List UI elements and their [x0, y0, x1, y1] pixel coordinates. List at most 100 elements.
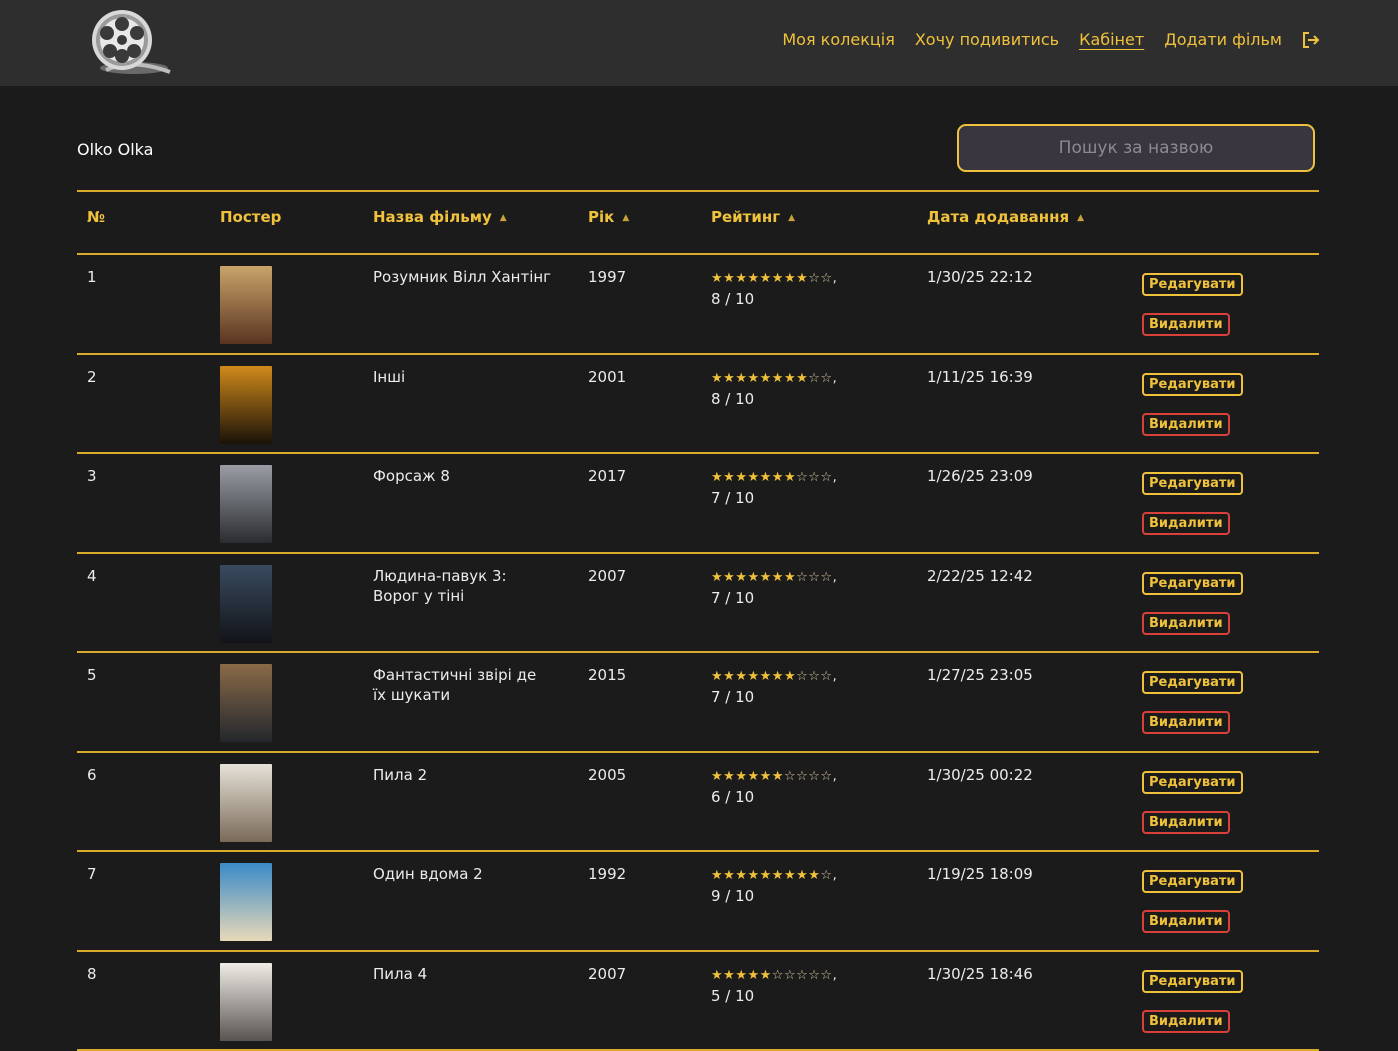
poster-cell — [220, 764, 272, 842]
delete-button[interactable]: Видалити — [1142, 612, 1230, 635]
search-input[interactable] — [957, 124, 1315, 172]
film-title[interactable]: Пила 2 — [373, 765, 553, 785]
star-filled-icon: ★ — [772, 868, 784, 883]
rating-text: 6 / 10 — [711, 787, 837, 807]
star-empty-icon: ☆ — [784, 769, 796, 784]
edit-button[interactable]: Редагувати — [1142, 472, 1243, 495]
header-year-label: Рік — [588, 208, 614, 226]
edit-button[interactable]: Редагувати — [1142, 671, 1243, 694]
rating-text: 5 / 10 — [711, 986, 837, 1006]
star-filled-icon: ★ — [784, 271, 796, 286]
star-filled-icon: ★ — [747, 570, 759, 585]
delete-button[interactable]: Видалити — [1142, 811, 1230, 834]
star-empty-icon: ☆ — [820, 769, 832, 784]
film-title[interactable]: Інші — [373, 367, 553, 387]
star-filled-icon: ★ — [772, 371, 784, 386]
star-filled-icon: ★ — [711, 371, 723, 386]
edit-button[interactable]: Редагувати — [1142, 771, 1243, 794]
star-filled-icon: ★ — [723, 570, 735, 585]
film-reel-logo-icon[interactable] — [86, 6, 172, 78]
logout-icon[interactable] — [1302, 31, 1320, 49]
film-title[interactable]: Пила 4 — [373, 964, 553, 984]
rating-stars: ★★★★★★★★★☆, — [711, 868, 837, 883]
star-filled-icon: ★ — [760, 968, 772, 983]
delete-button[interactable]: Видалити — [1142, 413, 1230, 436]
delete-button[interactable]: Видалити — [1142, 1010, 1230, 1033]
film-rating: ★★★★★★★☆☆☆, 7 / 10 — [711, 665, 837, 707]
nav-cabinet[interactable]: Кабінет — [1079, 30, 1144, 49]
header-rating-sort[interactable]: Рейтинг▲ — [711, 208, 795, 226]
row-actions: Редагувати Видалити — [1142, 970, 1243, 1033]
header-date-label: Дата додавання — [927, 208, 1069, 226]
header-title-sort[interactable]: Назва фільму▲ — [373, 208, 507, 226]
movie-poster-image[interactable] — [220, 664, 272, 742]
star-empty-icon: ☆ — [820, 868, 832, 883]
film-title[interactable]: Форсаж 8 — [373, 466, 553, 486]
film-year: 2015 — [588, 665, 626, 685]
film-year: 2017 — [588, 466, 626, 486]
star-filled-icon: ★ — [723, 968, 735, 983]
star-filled-icon: ★ — [747, 470, 759, 485]
row-actions: Редагувати Видалити — [1142, 572, 1243, 635]
header-title-label: Назва фільму — [373, 208, 492, 226]
user-name: Olko Olka — [77, 140, 153, 159]
movie-poster-image[interactable] — [220, 266, 272, 344]
film-title[interactable]: Один вдома 2 — [373, 864, 553, 884]
film-year: 2005 — [588, 765, 626, 785]
film-year: 2007 — [588, 566, 626, 586]
edit-button[interactable]: Редагувати — [1142, 572, 1243, 595]
rating-text: 9 / 10 — [711, 886, 837, 906]
film-rating: ★★★★★★★★☆☆, 8 / 10 — [711, 267, 837, 309]
edit-button[interactable]: Редагувати — [1142, 870, 1243, 893]
movie-poster-image[interactable] — [220, 764, 272, 842]
row-actions: Редагувати Видалити — [1142, 373, 1243, 436]
poster-cell — [220, 664, 272, 742]
delete-button[interactable]: Видалити — [1142, 512, 1230, 535]
film-title[interactable]: Фантастичні звірі де їх шукати — [373, 665, 553, 705]
row-number: 1 — [87, 267, 97, 287]
header-num: № — [87, 208, 105, 226]
edit-button[interactable]: Редагувати — [1142, 970, 1243, 993]
star-filled-icon: ★ — [772, 769, 784, 784]
header-date-sort[interactable]: Дата додавання▲ — [927, 208, 1084, 226]
film-rating: ★★★★★★★☆☆☆, 7 / 10 — [711, 566, 837, 608]
edit-button[interactable]: Редагувати — [1142, 273, 1243, 296]
star-filled-icon: ★ — [760, 371, 772, 386]
movie-poster-image[interactable] — [220, 565, 272, 643]
nav-watchlist[interactable]: Хочу подивитись — [915, 30, 1059, 49]
film-title[interactable]: Людина-павук 3: Ворог у тіні — [373, 566, 553, 606]
star-filled-icon: ★ — [772, 570, 784, 585]
delete-button[interactable]: Видалити — [1142, 711, 1230, 734]
star-filled-icon: ★ — [747, 371, 759, 386]
film-rating: ★★★★★★★★★☆, 9 / 10 — [711, 864, 837, 906]
film-year: 1997 — [588, 267, 626, 287]
star-filled-icon: ★ — [772, 669, 784, 684]
star-filled-icon: ★ — [735, 570, 747, 585]
edit-button[interactable]: Редагувати — [1142, 373, 1243, 396]
movie-poster-image[interactable] — [220, 863, 272, 941]
star-filled-icon: ★ — [735, 271, 747, 286]
top-bar: Моя колекція Хочу подивитись Кабінет Дод… — [0, 0, 1398, 86]
nav-my-collection[interactable]: Моя колекція — [782, 30, 894, 49]
table-row: 6 Пила 2 2005 ★★★★★★☆☆☆☆, 6 / 10 1/30/25… — [77, 753, 1319, 853]
star-filled-icon: ★ — [760, 868, 772, 883]
film-title[interactable]: Розумник Вілл Хантінг — [373, 267, 553, 287]
movie-poster-image[interactable] — [220, 366, 272, 444]
rating-separator: , — [833, 968, 838, 983]
rating-text: 8 / 10 — [711, 389, 837, 409]
date-added: 1/27/25 23:05 — [927, 665, 1033, 685]
star-empty-icon: ☆ — [784, 968, 796, 983]
poster-cell — [220, 565, 272, 643]
movie-poster-image[interactable] — [220, 963, 272, 1041]
delete-button[interactable]: Видалити — [1142, 910, 1230, 933]
delete-button[interactable]: Видалити — [1142, 313, 1230, 336]
movie-poster-image[interactable] — [220, 465, 272, 543]
nav-add-film[interactable]: Додати фільм — [1164, 30, 1282, 49]
table-row: 5 Фантастичні звірі де їх шукати 2015 ★★… — [77, 653, 1319, 753]
star-empty-icon: ☆ — [820, 371, 832, 386]
star-filled-icon: ★ — [760, 570, 772, 585]
header-year-sort[interactable]: Рік▲ — [588, 208, 629, 226]
star-filled-icon: ★ — [796, 371, 808, 386]
table-row: 2 Інші 2001 ★★★★★★★★☆☆, 8 / 10 1/11/25 1… — [77, 355, 1319, 455]
star-empty-icon: ☆ — [820, 669, 832, 684]
